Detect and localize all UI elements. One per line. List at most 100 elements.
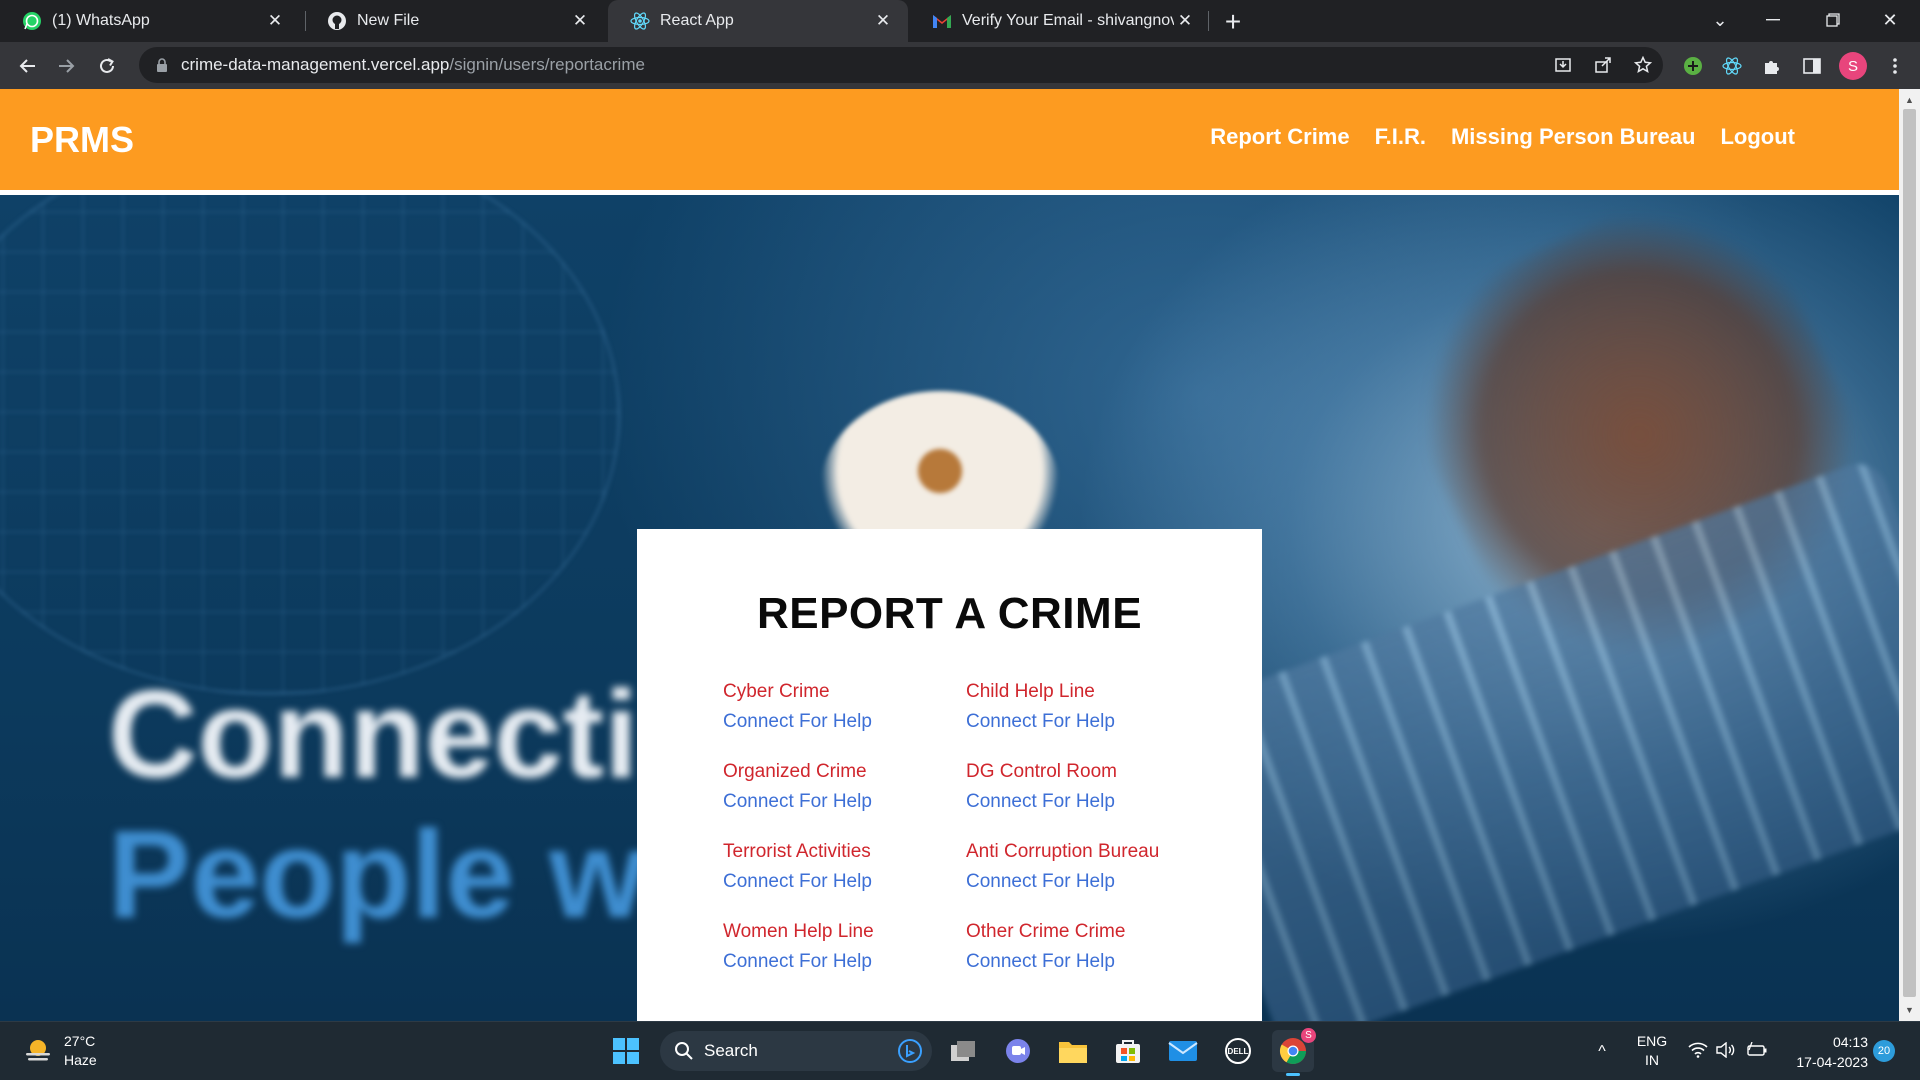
volume-icon[interactable] (1716, 1041, 1736, 1063)
url-text: crime-data-management.vercel.app/signin/… (181, 55, 645, 74)
circuit-globe-graphic (0, 195, 620, 695)
site-brand[interactable]: PRMS (30, 119, 134, 161)
show-hidden-icons-icon[interactable]: ^ (1590, 1043, 1614, 1061)
share-icon[interactable] (1583, 47, 1623, 83)
taskbar-search-box[interactable]: Search (660, 1031, 932, 1071)
connect-for-help-link[interactable]: Connect For Help (966, 787, 1226, 817)
category-name: Child Help Line (966, 681, 1095, 702)
microsoft-store-icon[interactable] (1107, 1030, 1149, 1072)
close-tab-icon[interactable]: ✕ (264, 10, 286, 32)
active-app-indicator (1286, 1073, 1300, 1076)
extensions-puzzle-icon[interactable] (1757, 51, 1787, 81)
extension-plus-icon[interactable] (1678, 51, 1708, 81)
tab-new-file[interactable]: New File ✕ (305, 0, 605, 42)
address-bar[interactable]: crime-data-management.vercel.app/signin/… (139, 47, 1663, 83)
back-icon[interactable] (10, 49, 44, 83)
hero-line-2: People wi (108, 806, 680, 944)
close-tab-icon[interactable]: ✕ (1174, 10, 1196, 32)
react-icon (630, 11, 650, 31)
scroll-down-arrow-icon[interactable]: ▼ (1899, 1001, 1920, 1019)
category-name: Women Help Line (723, 921, 874, 942)
tab-react-app[interactable]: React App ✕ (608, 0, 908, 42)
profile-avatar[interactable]: S (1839, 52, 1867, 80)
hero-line-1: Connectin (108, 666, 715, 804)
search-icon (672, 1039, 696, 1063)
browser-toolbar: crime-data-management.vercel.app/signin/… (0, 42, 1920, 89)
language-indicator[interactable]: ENG IN (1630, 1032, 1674, 1070)
connect-for-help-link[interactable]: Connect For Help (723, 707, 966, 737)
report-title: REPORT A CRIME (756, 589, 1143, 638)
page-scrollbar[interactable]: ▲ ▼ (1899, 89, 1920, 1021)
chrome-profile-badge: S (1301, 1028, 1316, 1043)
site-navbar: PRMS Report Crime F.I.R. Missing Person … (0, 89, 1899, 195)
nav-report-crime[interactable]: Report Crime (1210, 124, 1349, 150)
reload-icon[interactable] (90, 49, 124, 83)
whatsapp-icon (22, 11, 42, 31)
lock-icon[interactable] (153, 56, 171, 74)
nav-logout[interactable]: Logout (1720, 124, 1795, 150)
close-tab-icon[interactable]: ✕ (569, 10, 591, 32)
clock-date: 17-04-2023 (1796, 1054, 1868, 1070)
category-name: Cyber Crime (723, 681, 830, 702)
minimize-icon[interactable] (1745, 0, 1801, 40)
gmail-icon (932, 11, 952, 31)
close-tab-icon[interactable]: ✕ (872, 10, 894, 32)
connect-for-help-link[interactable]: Connect For Help (966, 867, 1226, 897)
teams-chat-icon[interactable] (997, 1030, 1039, 1072)
tab-search-icon[interactable]: ⌄ (1692, 0, 1748, 40)
close-window-icon[interactable]: ✕ (1862, 0, 1918, 40)
battery-icon[interactable] (1746, 1041, 1768, 1063)
tab-whatsapp[interactable]: (1) WhatsApp ✕ (0, 0, 300, 42)
tab-divider (1208, 11, 1209, 31)
category-other-crime: Other Crime Crime Connect For Help (966, 917, 1226, 977)
chrome-icon[interactable]: S (1272, 1028, 1316, 1076)
category-child-help-line: Child Help Line Connect For Help (966, 677, 1226, 737)
search-label: Search (704, 1041, 758, 1060)
browser-tab-strip: (1) WhatsApp ✕ New File ✕ React App ✕ Ve… (0, 0, 1920, 42)
region-code: IN (1645, 1052, 1659, 1068)
category-name: Terrorist Activities (723, 841, 871, 862)
tab-title: Verify Your Email - shivangnov@ (962, 12, 1174, 29)
category-women-help-line: Women Help Line Connect For Help (723, 917, 966, 977)
mail-icon[interactable] (1162, 1030, 1204, 1072)
wifi-icon[interactable] (1688, 1042, 1708, 1063)
page-viewport: PRMS Report Crime F.I.R. Missing Person … (0, 89, 1899, 1021)
nav-fir[interactable]: F.I.R. (1375, 124, 1426, 150)
forward-icon[interactable] (50, 49, 84, 83)
taskbar-clock[interactable]: 04:13 17-04-2023 (1784, 1032, 1868, 1072)
category-name: Organized Crime (723, 761, 867, 782)
connect-for-help-link[interactable]: Connect For Help (723, 867, 966, 897)
nav-missing-person-bureau[interactable]: Missing Person Bureau (1451, 124, 1696, 150)
weather-condition: Haze (64, 1052, 97, 1068)
github-icon (327, 11, 347, 31)
tab-title: React App (660, 12, 734, 29)
connect-for-help-link[interactable]: Connect For Help (723, 947, 966, 977)
bookmark-star-icon[interactable] (1623, 47, 1663, 83)
category-name: Anti Corruption Bureau (966, 841, 1160, 862)
bing-icon[interactable] (898, 1039, 922, 1068)
notification-badge[interactable]: 20 (1873, 1040, 1895, 1062)
new-tab-button[interactable]: + (1217, 6, 1249, 38)
restore-icon[interactable] (1805, 0, 1861, 40)
task-view-icon[interactable] (942, 1030, 984, 1072)
weather-widget[interactable]: 27°C Haze (22, 1032, 97, 1070)
file-explorer-icon[interactable] (1052, 1030, 1094, 1072)
react-devtools-icon[interactable] (1717, 51, 1747, 81)
windows-start-icon[interactable] (605, 1030, 647, 1072)
install-app-icon[interactable] (1543, 47, 1583, 83)
category-name: DG Control Room (966, 761, 1117, 782)
category-terrorist-activities: Terrorist Activities Connect For Help (723, 837, 966, 897)
side-panel-icon[interactable] (1797, 51, 1827, 81)
connect-for-help-link[interactable]: Connect For Help (966, 947, 1226, 977)
menu-dots-icon[interactable] (1880, 51, 1910, 81)
dell-icon[interactable]: DELL (1217, 1030, 1259, 1072)
connect-for-help-link[interactable]: Connect For Help (966, 707, 1226, 737)
category-cyber-crime: Cyber Crime Connect For Help (723, 677, 966, 737)
tab-gmail[interactable]: Verify Your Email - shivangnov@ ✕ (910, 0, 1210, 42)
connect-for-help-link[interactable]: Connect For Help (723, 787, 966, 817)
report-crime-card: REPORT A CRIME Cyber Crime Connect For H… (637, 529, 1262, 1021)
category-anti-corruption-bureau: Anti Corruption Bureau Connect For Help (966, 837, 1226, 897)
scroll-up-arrow-icon[interactable]: ▲ (1899, 91, 1920, 109)
scrollbar-thumb[interactable] (1903, 109, 1916, 997)
hero-blurred-text: Connectin People wi (108, 665, 714, 945)
